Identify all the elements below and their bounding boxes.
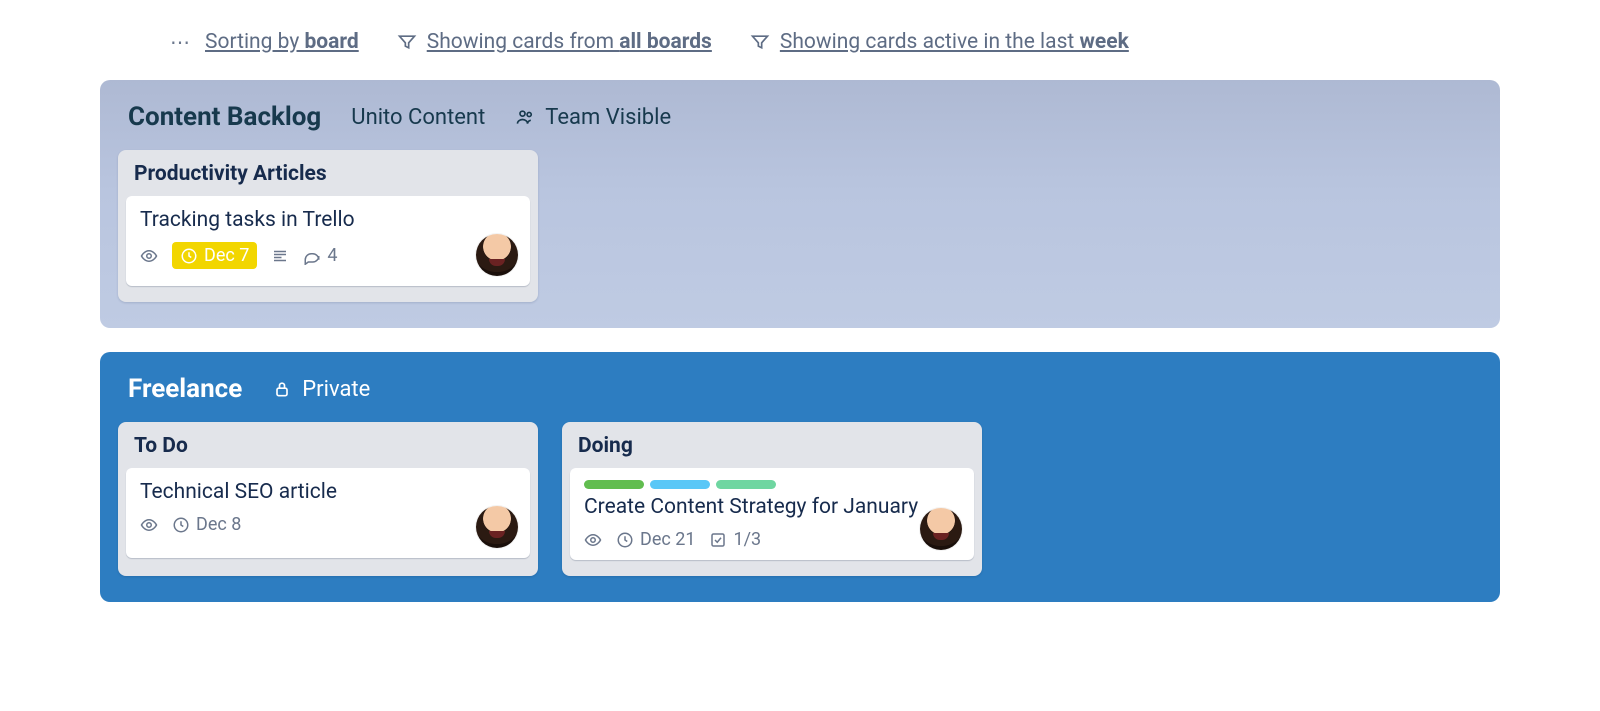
- sort-filter[interactable]: ⋯ Sorting by board: [170, 30, 359, 54]
- member-avatar[interactable]: [476, 506, 518, 548]
- list-productivity-articles[interactable]: Productivity Articles Tracking tasks in …: [118, 150, 538, 302]
- list-title[interactable]: Productivity Articles: [118, 150, 538, 196]
- board-title[interactable]: Freelance: [128, 374, 242, 404]
- board-visibility[interactable]: Team Visible: [515, 105, 671, 130]
- member-avatar[interactable]: [476, 234, 518, 276]
- team-icon: [515, 107, 535, 127]
- board-header: Freelance Private: [118, 372, 1482, 422]
- card-badges: Dec 8: [140, 514, 516, 535]
- filter-icon: [397, 32, 417, 52]
- card[interactable]: Tracking tasks in Trello Dec 7: [126, 196, 530, 286]
- board-freelance[interactable]: Freelance Private To Do Technical SEO ar…: [100, 352, 1500, 602]
- visibility-label: Private: [302, 377, 370, 402]
- member-avatar[interactable]: [920, 508, 962, 550]
- watch-icon: [140, 247, 158, 265]
- lock-icon: [272, 379, 292, 399]
- clock-icon: [616, 531, 634, 549]
- board-header: Content Backlog Unito Content Team Visib…: [118, 100, 1482, 150]
- description-icon: [271, 247, 289, 265]
- label-sky[interactable]: [650, 480, 710, 489]
- card-badges: Dec 7 4: [140, 242, 516, 269]
- time-prefix: Showing cards active in the last: [780, 30, 1080, 54]
- card-title: Create Content Strategy for January: [584, 495, 960, 519]
- board-content-backlog[interactable]: Content Backlog Unito Content Team Visib…: [100, 80, 1500, 328]
- label-mint[interactable]: [716, 480, 776, 489]
- time-value: week: [1080, 30, 1129, 54]
- checklist-count: 1/3: [733, 529, 761, 550]
- checklist-badge: 1/3: [709, 529, 761, 550]
- card[interactable]: Create Content Strategy for January Dec …: [570, 468, 974, 560]
- due-badge: Dec 8: [172, 514, 241, 535]
- comment-icon: [303, 247, 321, 265]
- filter-icon: [750, 32, 770, 52]
- card[interactable]: Technical SEO article Dec 8: [126, 468, 530, 558]
- comments-count: 4: [327, 245, 337, 266]
- due-date: Dec 8: [196, 514, 241, 535]
- clock-icon: [172, 516, 190, 534]
- team-name: Unito Content: [351, 105, 485, 130]
- list-title[interactable]: Doing: [562, 422, 982, 468]
- due-badge: Dec 21: [616, 529, 695, 550]
- scope-prefix: Showing cards from: [427, 30, 620, 54]
- time-filter[interactable]: Showing cards active in the last week: [750, 30, 1129, 54]
- due-badge: Dec 7: [172, 242, 257, 269]
- label-green[interactable]: [584, 480, 644, 489]
- list-doing[interactable]: Doing Create Content Strategy for Januar…: [562, 422, 982, 576]
- sort-value: board: [304, 30, 358, 54]
- due-date: Dec 21: [640, 529, 695, 550]
- list-title[interactable]: To Do: [118, 422, 538, 468]
- due-date: Dec 7: [204, 245, 249, 266]
- visibility-label: Team Visible: [545, 105, 671, 130]
- card-title: Technical SEO article: [140, 480, 516, 504]
- filter-bar: ⋯ Sorting by board Showing cards from al…: [100, 20, 1500, 80]
- card-labels: [584, 480, 960, 489]
- card-title: Tracking tasks in Trello: [140, 208, 516, 232]
- board-team[interactable]: Unito Content: [351, 105, 485, 130]
- board-scope-filter[interactable]: Showing cards from all boards: [397, 30, 712, 54]
- clock-icon: [180, 247, 198, 265]
- list-to-do[interactable]: To Do Technical SEO article Dec 8: [118, 422, 538, 576]
- watch-icon: [140, 516, 158, 534]
- board-visibility[interactable]: Private: [272, 377, 370, 402]
- watch-icon: [584, 531, 602, 549]
- card-badges: Dec 21 1/3: [584, 529, 960, 550]
- scope-value: all boards: [619, 30, 712, 54]
- sort-prefix: Sorting by: [205, 30, 304, 54]
- board-title[interactable]: Content Backlog: [128, 102, 321, 132]
- more-icon: ⋯: [170, 30, 195, 54]
- checklist-icon: [709, 531, 727, 549]
- comments-badge: 4: [303, 245, 337, 266]
